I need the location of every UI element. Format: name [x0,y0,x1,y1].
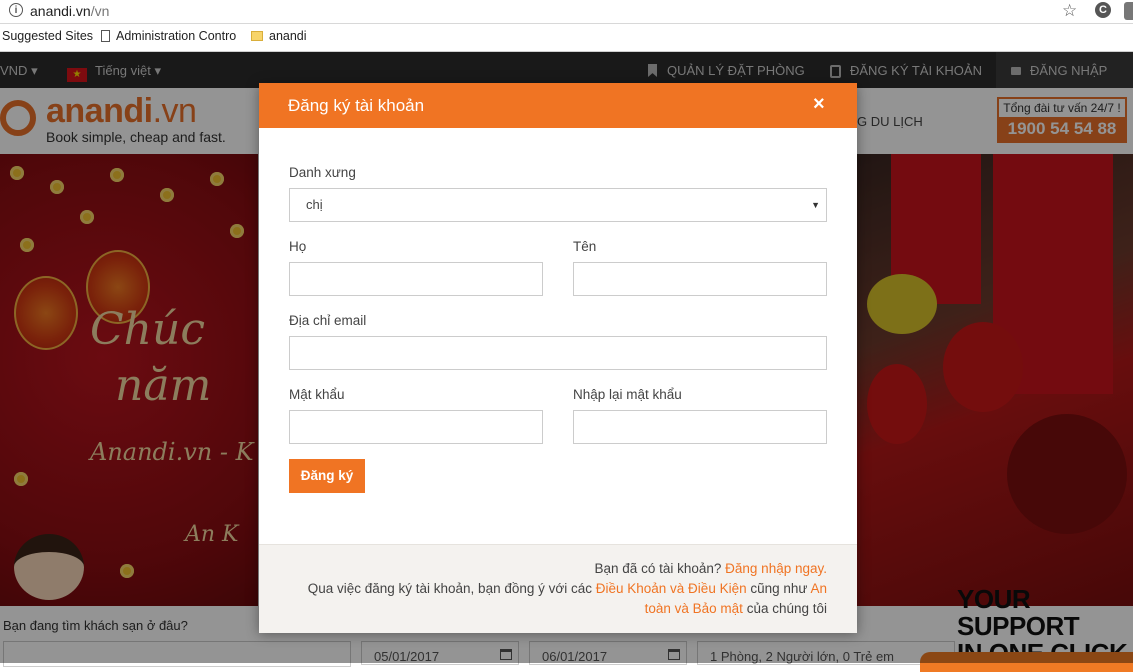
password-confirm-input[interactable] [573,410,827,444]
salutation-label: Danh xưng [289,165,356,180]
bookmark-label: anandi [269,29,307,43]
footer-login-line: Bạn đã có tài khoản? Đăng nhập ngay. [595,561,827,576]
agree-text: cũng như [750,581,808,596]
bookmark-label: Administration Contro [116,29,236,43]
extension-icon[interactable]: C [1095,2,1111,18]
have-account-text: Bạn đã có tài khoản? [594,561,722,576]
close-icon[interactable]: × [813,93,825,116]
email-label: Địa chỉ email [289,313,367,328]
bookmark-anandi[interactable]: anandi [251,29,307,43]
bookmark-star-icon[interactable]: ☆ [1062,1,1077,21]
login-now-link[interactable]: Đăng nhập ngay. [725,561,827,576]
register-submit-button[interactable]: Đăng ký [289,459,365,493]
url-host: anandi.vn [30,3,91,19]
bookmark-label: Suggested Sites [2,29,94,43]
page-icon [101,30,110,42]
bookmark-administration[interactable]: Administration Contro [101,29,236,43]
url-path: /vn [90,3,110,19]
folder-icon [251,31,263,41]
salutation-value: chị [306,197,323,212]
footer-terms-line: Qua việc đăng ký tài khoản, bạn đồng ý v… [308,581,827,596]
salutation-select[interactable]: chị ▼ [289,188,827,222]
password-input[interactable] [289,410,543,444]
extension-icon-partial[interactable] [1124,2,1133,20]
register-modal: Đăng ký tài khoản × Danh xưng chị ▼ Họ T… [259,83,857,633]
bookmarks-bar: Suggested Sites Administration Contro an… [0,24,1133,52]
modal-title: Đăng ký tài khoản [288,96,425,115]
browser-address-bar[interactable]: i anandi.vn/vn ☆ C [0,0,1133,24]
firstname-label: Tên [573,239,597,254]
password-confirm-label: Nhập lại mật khẩu [573,387,682,402]
privacy-link[interactable]: toàn và Bảo mật [645,601,743,616]
footer-privacy-line: toàn và Bảo mật của chúng tôi [645,601,827,616]
url-text[interactable]: anandi.vn/vn [30,3,109,19]
agree-text: Qua việc đăng ký tài khoản, bạn đồng ý v… [307,581,592,596]
lastname-label: Họ [289,239,307,254]
agree-text: của chúng tôi [746,601,827,616]
bookmark-suggested-sites[interactable]: Suggested Sites [2,29,93,43]
firstname-input[interactable] [573,262,827,296]
privacy-link[interactable]: An [810,581,827,596]
chevron-down-icon: ▼ [811,200,820,210]
terms-link[interactable]: Điều Khoản và Điều Kiện [596,581,747,596]
modal-footer: Bạn đã có tài khoản? Đăng nhập ngay. Qua… [259,544,857,633]
modal-header: Đăng ký tài khoản × [259,83,857,128]
email-input[interactable] [289,336,827,370]
password-label: Mật khẩu [289,387,345,402]
lastname-input[interactable] [289,262,543,296]
info-icon[interactable]: i [9,3,23,17]
